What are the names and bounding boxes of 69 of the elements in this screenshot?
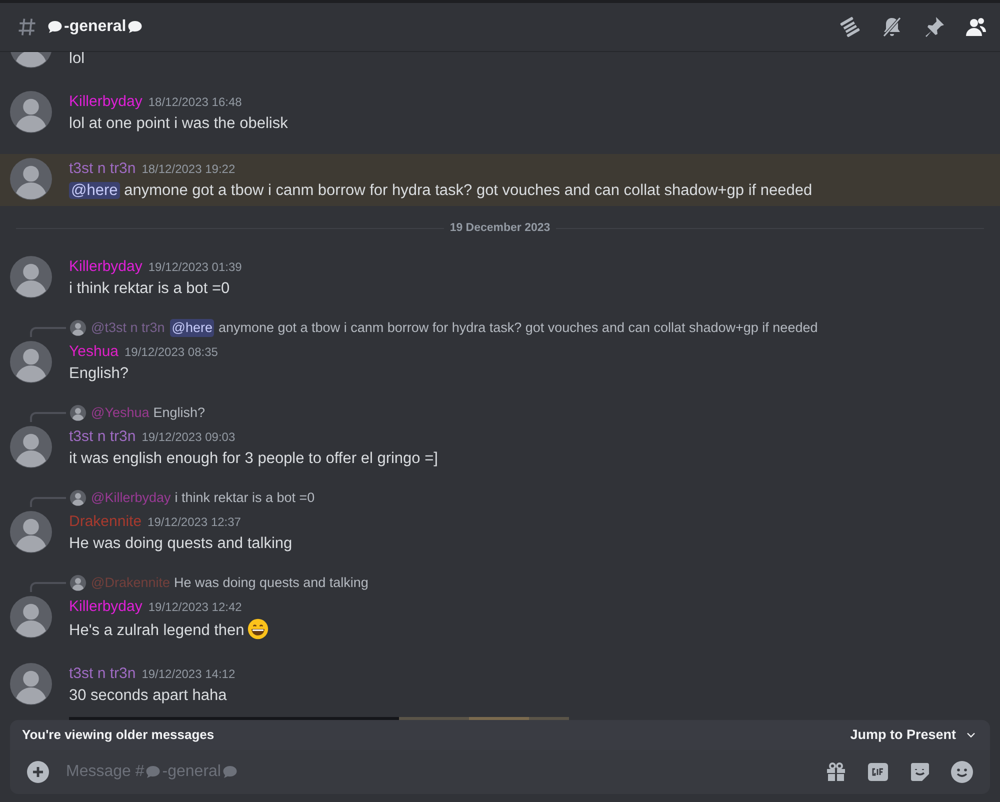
avatar xyxy=(10,256,52,298)
reply-author[interactable]: @t3st n tr3n xyxy=(91,319,165,338)
avatar xyxy=(10,596,52,638)
channel-name: -general xyxy=(64,17,126,37)
reply-avatar xyxy=(70,320,86,336)
avatar xyxy=(10,663,52,706)
reply-author[interactable]: @Killerbyday xyxy=(91,489,171,508)
timestamp: 19/12/2023 12:37 xyxy=(148,515,241,530)
placeholder-text: Message # xyxy=(66,762,144,782)
author-name[interactable]: Killerbyday xyxy=(69,598,142,616)
timestamp: 19/12/2023 09:03 xyxy=(142,430,236,444)
timestamp: 18/12/2023 16:48 xyxy=(148,95,242,109)
message-text: English? xyxy=(69,365,128,382)
timestamp: 19/12/2023 12:42 xyxy=(148,600,242,614)
date-divider: 19 December 2023 xyxy=(448,221,552,236)
author-name[interactable]: t3st n tr3n xyxy=(69,428,136,446)
reply-connector xyxy=(30,327,66,338)
author-name[interactable]: t3st n tr3n xyxy=(69,665,136,682)
speech-bubble-icon xyxy=(126,18,144,36)
author-name[interactable]: Killerbyday xyxy=(69,93,142,110)
avatar xyxy=(10,91,52,133)
avatar xyxy=(10,341,52,384)
reply-text: i think rektar is a bot =0 xyxy=(174,489,315,508)
reply-author[interactable]: @Yeshua xyxy=(91,404,150,422)
members-icon[interactable] xyxy=(964,15,988,39)
message-text: 30 seconds apart haha xyxy=(69,687,227,704)
speech-bubble-icon xyxy=(220,763,239,781)
avatar xyxy=(10,511,52,554)
message-field[interactable]: Message # -general xyxy=(10,750,990,794)
reply-avatar xyxy=(70,575,86,592)
emoji-icon[interactable] xyxy=(950,760,974,784)
reply-text: He was doing quests and talking xyxy=(174,574,368,592)
author-name[interactable]: Killerbyday xyxy=(69,258,142,276)
jump-button[interactable]: Jump to Present xyxy=(850,724,978,746)
reply-text: English? xyxy=(153,404,206,422)
reply-avatar xyxy=(70,490,86,506)
timestamp: 19/12/2023 14:12 xyxy=(142,667,236,682)
speech-bubble-icon xyxy=(46,18,64,36)
reply-connector xyxy=(30,582,66,592)
add-icon[interactable] xyxy=(26,760,50,784)
avatar xyxy=(10,426,52,468)
hash-icon xyxy=(16,16,38,38)
mention-tag[interactable]: @here xyxy=(69,182,120,199)
message-text: lol xyxy=(69,52,85,67)
timestamp: 19/12/2023 08:35 xyxy=(124,345,218,360)
message-text: He was doing quests and talking xyxy=(69,535,292,552)
mention-tag[interactable]: @here xyxy=(170,319,214,338)
gift-icon[interactable] xyxy=(824,760,848,784)
message-text: it was english enough for 3 people to offer el gringo =] xyxy=(69,450,438,468)
author-name[interactable]: Yeshua xyxy=(69,343,118,360)
reply-text: anymone got a tbow i canm borrow for hydra task? got vouches and can collat shadow+gp if needed xyxy=(218,319,818,338)
message-text: lol at one point i was the obelisk xyxy=(69,115,288,132)
timestamp: 18/12/2023 19:22 xyxy=(142,162,236,176)
author-name[interactable]: t3st n tr3n xyxy=(69,160,136,177)
placeholder-text: -general xyxy=(162,762,221,782)
reply-connector xyxy=(30,497,66,508)
avatar xyxy=(10,158,52,200)
author-name[interactable]: Drakennite xyxy=(69,513,142,530)
message-text: i think rektar is a bot =0 xyxy=(69,280,230,298)
message-text: anymone got a tbow i canm borrow for hydra task? got vouches and can collat shadow+gp if needed xyxy=(124,182,812,199)
reply-connector xyxy=(30,412,66,422)
speech-bubble-icon xyxy=(144,763,162,781)
threads-icon[interactable] xyxy=(838,15,862,39)
timestamp: 19/12/2023 01:39 xyxy=(148,260,242,274)
message-text: He's a zulrah legend then xyxy=(69,622,244,640)
notice-text: You're viewing older messages xyxy=(22,726,214,744)
sticker-icon[interactable] xyxy=(908,760,932,784)
gif-icon[interactable] xyxy=(866,760,890,784)
reply-avatar xyxy=(70,405,86,422)
